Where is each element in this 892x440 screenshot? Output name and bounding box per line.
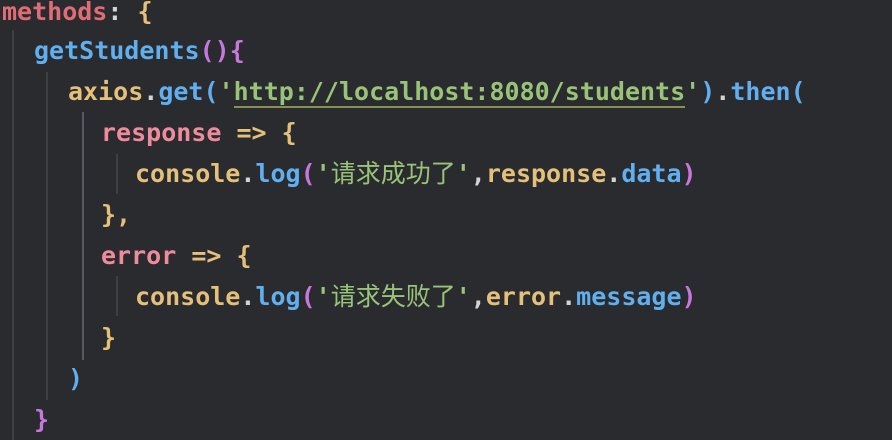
indent-guide-1: [12, 30, 14, 440]
token-console: console: [135, 159, 241, 188]
token-error-param: error: [101, 241, 177, 270]
token-log: log: [255, 159, 301, 188]
indent-guide-2: [46, 72, 48, 400]
code-line-8[interactable]: console.log('请求失败了',error.message): [135, 276, 697, 317]
indent-guide-4b: [116, 276, 118, 316]
token-response-arg: response: [485, 159, 607, 188]
token-open-paren: (: [203, 77, 219, 106]
token-arrow: =>: [221, 118, 267, 147]
indent-guide-3: [82, 112, 84, 360]
code-line-4[interactable]: response => {: [101, 112, 297, 153]
token-comma: ,: [470, 159, 486, 188]
token-methods: methods: [2, 0, 108, 26]
code-line-7[interactable]: error => {: [101, 235, 252, 276]
token-brace: {: [122, 0, 153, 26]
token-parens: (): [199, 36, 230, 65]
token-close-paren: ): [68, 364, 84, 393]
token-quote: ': [455, 282, 471, 311]
token-close-paren: ): [681, 159, 697, 188]
token-close-brace: }: [34, 405, 50, 434]
token-quote: ': [685, 77, 701, 106]
token-dot: .: [561, 282, 577, 311]
token-quote: ': [218, 77, 234, 106]
token-comma: ,: [470, 282, 486, 311]
code-line-9[interactable]: }: [101, 317, 116, 358]
code-line-11[interactable]: }: [34, 399, 49, 440]
token-dot: .: [240, 159, 256, 188]
code-editor[interactable]: methods: { getStudents(){ axios.get('htt…: [0, 0, 892, 440]
token-data-prop: data: [621, 159, 682, 188]
token-quote: ': [315, 159, 331, 188]
token-getstudents: getStudents: [34, 36, 200, 65]
code-line-10[interactable]: ): [68, 358, 83, 399]
token-then: then: [730, 77, 791, 106]
token-fail-text: 请求失败了: [330, 282, 456, 311]
token-quote: ': [455, 159, 471, 188]
code-line-3[interactable]: axios.get('http://localhost:8080/student…: [68, 71, 806, 112]
code-line-1[interactable]: methods: {: [2, 0, 153, 32]
code-line-6[interactable]: },: [101, 194, 131, 235]
token-open-paren: (: [300, 159, 316, 188]
token-close-paren: ): [700, 77, 716, 106]
token-log: log: [255, 282, 301, 311]
token-arrow: =>: [176, 241, 222, 270]
token-dot: .: [143, 77, 159, 106]
token-axios: axios: [68, 77, 144, 106]
token-open-paren: (: [790, 77, 806, 106]
code-line-2[interactable]: getStudents(){: [34, 30, 245, 71]
token-get: get: [158, 77, 204, 106]
token-close-brace-comma: },: [101, 200, 132, 229]
token-colon: :: [107, 0, 123, 26]
token-error-arg: error: [485, 282, 562, 311]
token-dot: .: [606, 159, 622, 188]
token-brace: {: [266, 118, 297, 147]
token-success-text: 请求成功了: [330, 159, 456, 188]
token-open-paren: (: [300, 282, 316, 311]
token-brace: {: [221, 241, 252, 270]
token-console: console: [135, 282, 241, 311]
token-response-param: response: [101, 118, 222, 147]
token-dot: .: [240, 282, 256, 311]
token-dot: .: [715, 77, 731, 106]
token-brace: {: [229, 36, 245, 65]
token-close-paren: ): [681, 282, 697, 311]
token-url[interactable]: http://localhost:8080/students: [233, 77, 686, 108]
code-line-5[interactable]: console.log('请求成功了',response.data): [135, 153, 697, 194]
token-close-brace: }: [101, 323, 117, 352]
token-quote: ': [315, 282, 331, 311]
indent-guide-4a: [116, 154, 118, 194]
token-message-prop: message: [576, 282, 682, 311]
